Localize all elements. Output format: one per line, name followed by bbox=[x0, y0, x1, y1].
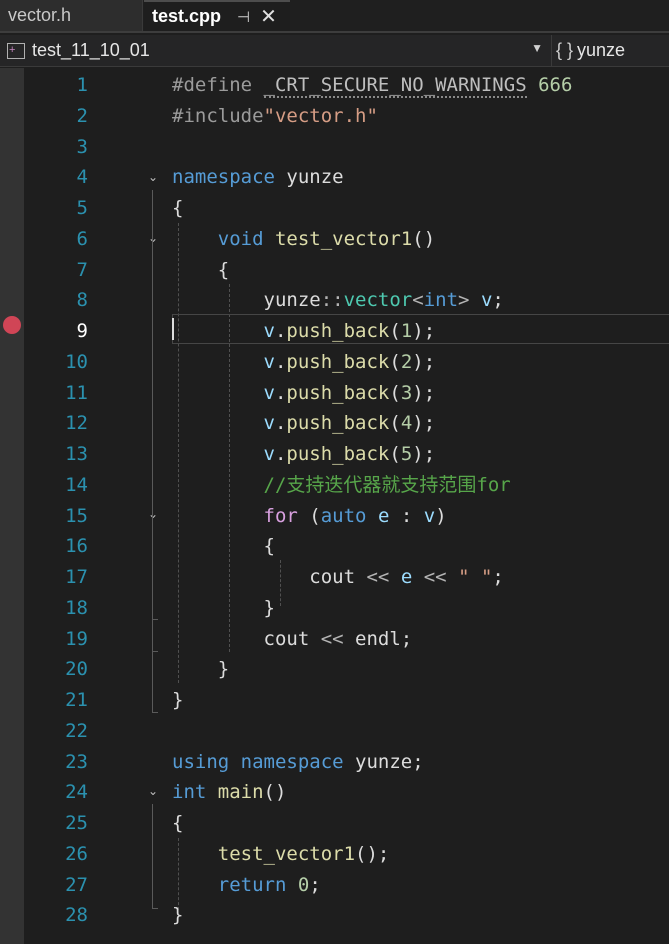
code-line[interactable]: v.push_back(4); bbox=[172, 408, 436, 438]
code-line[interactable]: #include"vector.h" bbox=[172, 101, 378, 131]
line-number: 15 bbox=[65, 504, 88, 527]
code-line[interactable]: return 0; bbox=[172, 870, 321, 900]
indicator-margin[interactable] bbox=[0, 68, 24, 944]
code-line[interactable]: cout << endl; bbox=[172, 624, 413, 654]
outline-end bbox=[152, 651, 158, 652]
line-number: 28 bbox=[65, 904, 88, 927]
code-line[interactable]: using namespace yunze; bbox=[172, 747, 424, 777]
line-number: 10 bbox=[65, 350, 88, 373]
code-line[interactable]: { bbox=[172, 531, 275, 561]
outline-end bbox=[152, 908, 158, 909]
line-number: 9 bbox=[76, 320, 88, 342]
code-line[interactable]: #define _CRT_SECURE_NO_WARNINGS 666 bbox=[172, 70, 572, 100]
code-line[interactable]: v.push_back(2); bbox=[172, 347, 436, 377]
member-scope-dropdown[interactable]: { } yunze bbox=[556, 35, 625, 66]
code-line[interactable]: namespace yunze bbox=[172, 162, 344, 192]
namespace-icon: { } bbox=[556, 40, 574, 60]
line-number: 6 bbox=[76, 227, 88, 250]
line-number: 20 bbox=[65, 658, 88, 681]
line-number: 11 bbox=[65, 381, 88, 404]
tab-bar: vector.h test.cpp ⊣ ✕ bbox=[0, 0, 669, 33]
line-number: 25 bbox=[65, 812, 88, 834]
fold-toggle-icon[interactable]: ⌄ bbox=[147, 162, 159, 192]
line-number: 24 bbox=[65, 781, 88, 804]
code-line[interactable]: v.push_back(1); bbox=[172, 316, 436, 346]
code-line[interactable]: } bbox=[172, 593, 275, 623]
line-number: 21 bbox=[65, 689, 88, 711]
code-line[interactable]: v.push_back(5); bbox=[172, 439, 436, 469]
line-number: 13 bbox=[65, 443, 88, 465]
line-number: 1 bbox=[76, 74, 88, 96]
line-number: 4 bbox=[76, 166, 88, 189]
pin-icon[interactable]: ⊣ bbox=[237, 8, 250, 26]
line-number: 26 bbox=[65, 842, 88, 865]
code-line[interactable]: } bbox=[172, 900, 183, 930]
outline-line bbox=[152, 527, 153, 619]
line-number: 12 bbox=[65, 412, 88, 435]
code-line[interactable]: } bbox=[172, 654, 229, 684]
tab-vector-h[interactable]: vector.h bbox=[0, 0, 143, 31]
outline-line bbox=[152, 804, 153, 908]
outline-end bbox=[152, 619, 158, 620]
breakpoint-icon[interactable] bbox=[3, 316, 21, 334]
line-number: 2 bbox=[76, 104, 88, 127]
line-number: 23 bbox=[65, 750, 88, 773]
line-number: 14 bbox=[65, 473, 88, 496]
tab-label: test.cpp bbox=[152, 6, 222, 26]
outline-end bbox=[152, 712, 158, 713]
code-line[interactable]: } bbox=[172, 685, 183, 715]
chevron-down-icon[interactable]: ▼ bbox=[531, 41, 543, 55]
code-line[interactable]: cout << e << " "; bbox=[172, 562, 504, 592]
project-scope-dropdown[interactable]: + test_11_10_01 ▼ bbox=[0, 35, 552, 66]
line-number: 22 bbox=[65, 719, 88, 742]
line-number: 7 bbox=[76, 258, 88, 281]
fold-toggle-icon[interactable]: ⌄ bbox=[147, 776, 159, 806]
code-line[interactable]: { bbox=[172, 193, 183, 223]
tab-label: vector.h bbox=[8, 5, 72, 25]
code-line[interactable]: test_vector1(); bbox=[172, 839, 390, 869]
navigation-bar: + test_11_10_01 ▼ { } yunze bbox=[0, 35, 669, 67]
line-number: 17 bbox=[65, 566, 88, 588]
member-scope-label: yunze bbox=[577, 40, 626, 60]
close-icon[interactable]: ✕ bbox=[260, 4, 277, 29]
line-number: 16 bbox=[65, 535, 88, 558]
code-line[interactable]: { bbox=[172, 808, 183, 838]
code-line[interactable]: yunze::vector<int> v; bbox=[172, 285, 504, 315]
code-line[interactable]: //支持迭代器就支持范围for bbox=[172, 470, 511, 500]
line-number: 5 bbox=[76, 197, 88, 219]
project-scope-label: test_11_10_01 bbox=[32, 40, 150, 60]
code-editor[interactable]: 1 2 3 4 5 6 7 8 9 10 11 12 13 14 15 16 17 18 19 20 21 22 23 24 2… bbox=[0, 68, 669, 944]
line-number: 3 bbox=[76, 135, 88, 158]
line-number: 18 bbox=[65, 596, 88, 619]
project-icon: + bbox=[7, 42, 25, 59]
line-number: 27 bbox=[65, 873, 88, 896]
tab-test-cpp[interactable]: test.cpp ⊣ ✕ bbox=[144, 0, 290, 31]
fold-toggle-icon[interactable]: ⌄ bbox=[147, 499, 159, 529]
code-line[interactable]: v.push_back(3); bbox=[172, 378, 436, 408]
code-line[interactable]: for (auto e : v) bbox=[172, 501, 447, 531]
line-number: 19 bbox=[65, 627, 88, 650]
line-number: 8 bbox=[76, 289, 88, 312]
code-line[interactable]: void test_vector1() bbox=[172, 224, 435, 254]
code-line[interactable]: int main() bbox=[172, 777, 286, 807]
fold-toggle-icon[interactable]: ⌄ bbox=[147, 223, 159, 253]
code-line[interactable]: { bbox=[172, 255, 229, 285]
